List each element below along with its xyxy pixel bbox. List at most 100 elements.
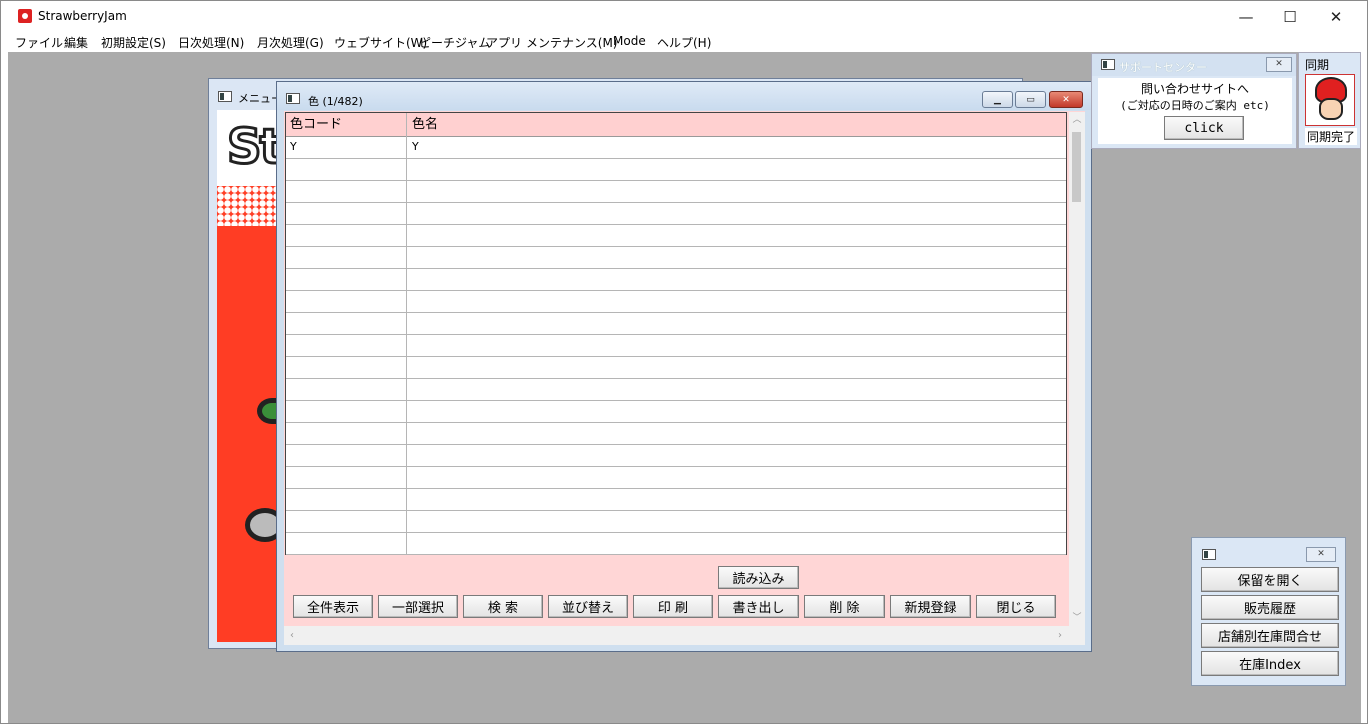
cell-color-name[interactable] [408,445,1066,466]
menu-monthly[interactable]: 月次処理(G) [257,34,324,51]
support-click-button[interactable]: click [1164,116,1244,140]
menu-peachjam[interactable]: ピーチジャム [419,34,490,51]
cell-color-name[interactable] [408,467,1066,488]
cell-color-name[interactable] [408,511,1066,532]
table-row[interactable] [286,423,1066,445]
menu-help[interactable]: ヘルプ(H) [657,34,711,51]
close-icon[interactable]: ✕ [1049,91,1083,108]
cell-color-code[interactable] [286,357,407,378]
search-button[interactable]: 検 索 [463,595,543,618]
new-entry-button[interactable]: 新規登録 [890,595,971,618]
cell-color-name[interactable] [408,159,1066,180]
strawberry-mascot-icon[interactable] [1305,74,1355,126]
table-row[interactable] [286,225,1066,247]
table-row[interactable] [286,335,1066,357]
cell-color-name[interactable] [408,335,1066,356]
menu-edit[interactable]: 編集 [64,34,88,51]
cell-color-name[interactable] [408,225,1066,246]
sort-button[interactable]: 並び替え [548,595,628,618]
table-row[interactable] [286,401,1066,423]
cell-color-name[interactable] [408,291,1066,312]
table-row[interactable]: YY [286,137,1066,159]
table-row[interactable] [286,357,1066,379]
vertical-scrollbar[interactable]: ︿ ﹀ [1069,112,1085,626]
table-row[interactable] [286,489,1066,511]
scroll-left-icon[interactable]: ‹ [284,626,300,645]
menu-initial-settings[interactable]: 初期設定(S) [101,34,166,51]
cell-color-code[interactable] [286,335,407,356]
cell-color-code[interactable] [286,445,407,466]
column-color-name[interactable]: 色名 [408,113,438,137]
menu-daily[interactable]: 日次処理(N) [178,34,244,51]
minimize-button[interactable]: — [1223,1,1269,32]
cell-color-code[interactable] [286,533,407,554]
partial-select-button[interactable]: 一部選択 [378,595,458,618]
color-table[interactable]: 色コード 色名 YY [285,112,1067,555]
cell-color-name[interactable]: Y [408,137,1066,158]
maximize-button[interactable]: ☐ [1267,1,1313,32]
scroll-down-icon[interactable]: ﹀ [1069,610,1085,626]
table-row[interactable] [286,379,1066,401]
color-window[interactable]: 色 (1/482) ▁ ▭ ✕ 色コード 色名 YY ︿ ﹀ ‹ › 読み込み … [276,81,1092,652]
stock-index-button[interactable]: 在庫Index [1201,651,1339,676]
cell-color-code[interactable] [286,247,407,268]
cell-color-name[interactable] [408,269,1066,290]
cell-color-name[interactable] [408,313,1066,334]
cell-color-code[interactable]: Y [286,137,407,158]
cell-color-code[interactable] [286,489,407,510]
cell-color-code[interactable] [286,159,407,180]
cell-color-name[interactable] [408,533,1066,554]
cell-color-name[interactable] [408,357,1066,378]
cell-color-name[interactable] [408,423,1066,444]
cell-color-name[interactable] [408,489,1066,510]
table-row[interactable] [286,269,1066,291]
open-hold-button[interactable]: 保留を開く [1201,567,1339,592]
cell-color-name[interactable] [408,379,1066,400]
table-row[interactable] [286,291,1066,313]
cell-color-code[interactable] [286,313,407,334]
cell-color-code[interactable] [286,203,407,224]
delete-button[interactable]: 削 除 [804,595,885,618]
table-row[interactable] [286,313,1066,335]
close-icon[interactable]: ✕ [1266,57,1292,72]
menu-website[interactable]: ウェブサイト(W) [334,34,427,51]
cell-color-code[interactable] [286,269,407,290]
cell-color-name[interactable] [408,247,1066,268]
close-window-button[interactable]: 閉じる [976,595,1056,618]
table-row[interactable] [286,247,1066,269]
show-all-button[interactable]: 全件表示 [293,595,373,618]
sales-history-button[interactable]: 販売履歴 [1201,595,1339,620]
store-stock-inquiry-button[interactable]: 店舗別在庫問合せ [1201,623,1339,648]
cell-color-code[interactable] [286,291,407,312]
column-color-code[interactable]: 色コード [286,113,407,137]
minimize-icon[interactable]: ▁ [982,91,1013,108]
menu-file[interactable]: ファイル [15,34,63,51]
table-row[interactable] [286,203,1066,225]
scroll-right-icon[interactable]: › [1052,626,1068,645]
restore-icon[interactable]: ▭ [1015,91,1046,108]
close-button[interactable]: ✕ [1313,1,1359,32]
cell-color-code[interactable] [286,423,407,444]
horizontal-scrollbar[interactable]: ‹ › [284,626,1085,645]
cell-color-code[interactable] [286,511,407,532]
table-row[interactable] [286,533,1066,555]
table-row[interactable] [286,159,1066,181]
cell-color-code[interactable] [286,181,407,202]
export-button[interactable]: 書き出し [718,595,799,618]
table-row[interactable] [286,467,1066,489]
cell-color-code[interactable] [286,401,407,422]
cell-color-name[interactable] [408,203,1066,224]
table-row[interactable] [286,445,1066,467]
cell-color-name[interactable] [408,401,1066,422]
menu-mode[interactable]: Mode [613,34,646,48]
close-icon[interactable]: ✕ [1306,547,1336,562]
load-button[interactable]: 読み込み [718,566,799,589]
print-button[interactable]: 印 刷 [633,595,713,618]
table-row[interactable] [286,181,1066,203]
menu-maintenance[interactable]: メンテナンス(M) [526,34,617,51]
cell-color-code[interactable] [286,467,407,488]
scroll-thumb[interactable] [1072,132,1081,202]
menu-apps[interactable]: アプリ [486,34,522,51]
scroll-up-icon[interactable]: ︿ [1069,112,1085,128]
cell-color-code[interactable] [286,379,407,400]
